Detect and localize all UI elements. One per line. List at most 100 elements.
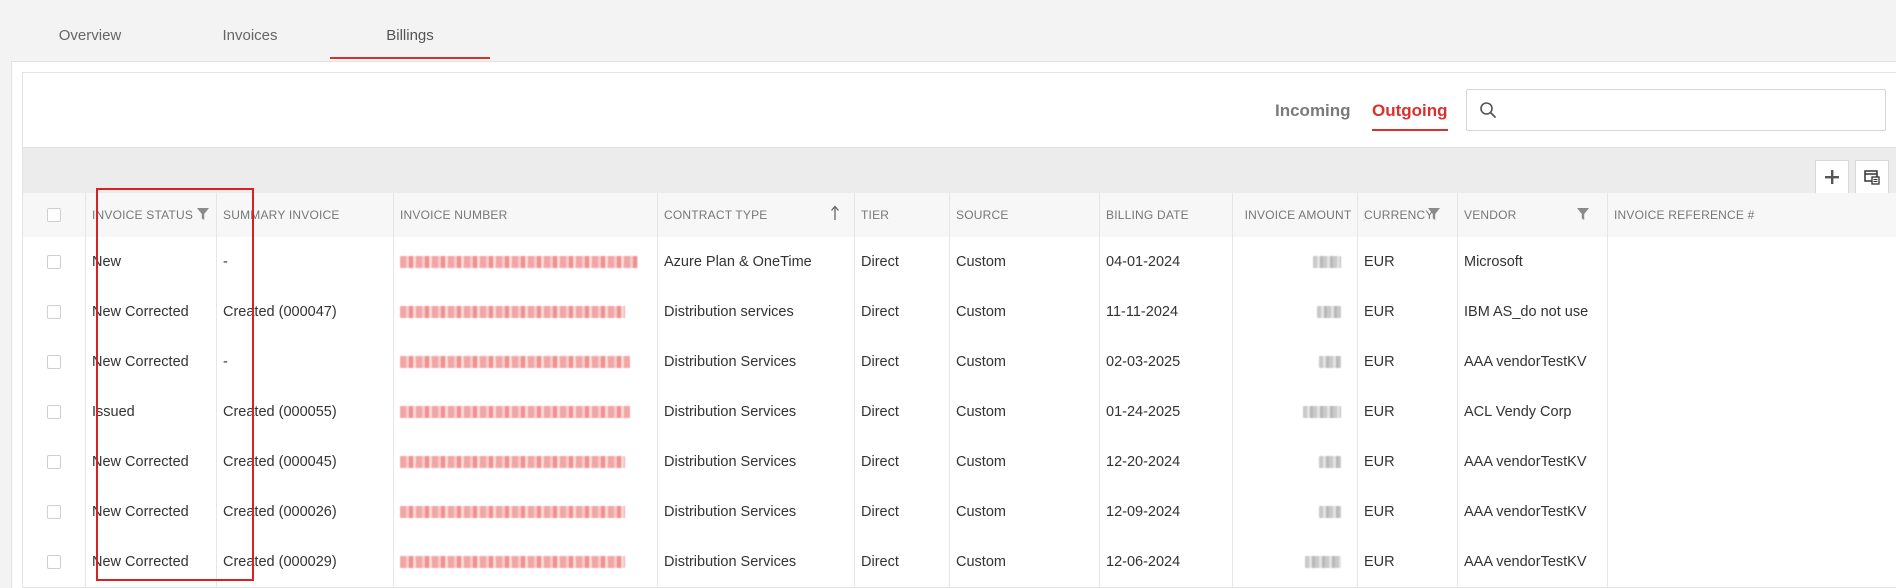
row-select [23, 287, 85, 337]
cell-currency: EUR [1357, 487, 1457, 537]
redacted-amount [1319, 506, 1341, 518]
cell-vendor: AAA vendorTestKV [1457, 537, 1607, 587]
cell-invoice-reference [1607, 437, 1896, 487]
table-row[interactable]: New Corrected Created (000026) Distribut… [23, 487, 1896, 538]
cell-invoice-amount [1232, 237, 1357, 287]
search-input[interactable] [1507, 96, 1871, 124]
column-chooser-icon [1864, 170, 1880, 185]
cell-contract-type: Distribution Services [657, 337, 854, 387]
redacted-invoice-number [400, 506, 625, 518]
table-row[interactable]: New Corrected Created (000045) Distribut… [23, 437, 1896, 488]
filter-icon[interactable] [1576, 207, 1590, 221]
redacted-amount [1305, 556, 1341, 568]
cell-currency: EUR [1357, 537, 1457, 587]
cell-invoice-number[interactable] [393, 487, 657, 537]
add-button[interactable] [1815, 160, 1849, 194]
cell-source: Custom [949, 237, 1099, 287]
cell-summary-invoice: Created (000045) [216, 437, 393, 487]
table-row[interactable]: New Corrected Created (000029) Distribut… [23, 537, 1896, 588]
header-summary-invoice[interactable]: SUMMARY INVOICE [216, 193, 393, 237]
cell-invoice-reference [1607, 537, 1896, 587]
cell-invoice-status: New Corrected [85, 337, 216, 387]
table-row[interactable]: New Corrected Created (000047) Distribut… [23, 287, 1896, 338]
row-select [23, 437, 85, 487]
row-select [23, 487, 85, 537]
row-select [23, 537, 85, 587]
cell-contract-type: Distribution Services [657, 537, 854, 587]
row-checkbox[interactable] [47, 305, 61, 319]
header-invoice-status[interactable]: INVOICE STATUS [85, 193, 216, 237]
sort-ascending-icon[interactable] [830, 205, 840, 221]
header-invoice-amount[interactable]: INVOICE AMOUNT [1232, 193, 1357, 237]
table-row[interactable]: New Corrected - Distribution Services Di… [23, 337, 1896, 388]
row-select [23, 387, 85, 437]
tab-invoices[interactable]: Invoices [200, 0, 300, 59]
table-row[interactable]: Issued Created (000055) Distribution Ser… [23, 387, 1896, 438]
search-box[interactable] [1466, 89, 1886, 131]
cell-invoice-number[interactable] [393, 337, 657, 387]
cell-vendor: ACL Vendy Corp [1457, 387, 1607, 437]
filter-icon[interactable] [196, 207, 210, 221]
row-checkbox[interactable] [47, 355, 61, 369]
header-label: INVOICE AMOUNT [1244, 208, 1352, 222]
header-tier[interactable]: TIER [854, 193, 949, 237]
redacted-invoice-number [400, 556, 625, 568]
cell-billing-date: 11-11-2024 [1099, 287, 1232, 337]
header-invoice-number[interactable]: INVOICE NUMBER [393, 193, 657, 237]
cell-currency: EUR [1357, 337, 1457, 387]
tab-incoming[interactable]: Incoming [1275, 99, 1351, 131]
cell-invoice-reference [1607, 237, 1896, 287]
cell-tier: Direct [854, 287, 949, 337]
row-checkbox[interactable] [47, 505, 61, 519]
cell-billing-date: 01-24-2025 [1099, 387, 1232, 437]
cell-invoice-amount [1232, 437, 1357, 487]
cell-invoice-reference [1607, 287, 1896, 337]
cell-vendor: IBM AS_do not use [1457, 287, 1607, 337]
cell-invoice-amount [1232, 387, 1357, 437]
header-invoice-reference[interactable]: INVOICE REFERENCE # [1607, 193, 1896, 237]
cell-billing-date: 12-20-2024 [1099, 437, 1232, 487]
tab-overview[interactable]: Overview [40, 0, 140, 59]
cell-invoice-status: New Corrected [85, 537, 216, 587]
header-label: INVOICE STATUS [92, 208, 194, 222]
cell-invoice-number[interactable] [393, 537, 657, 587]
row-checkbox[interactable] [47, 555, 61, 569]
header-billing-date[interactable]: BILLING DATE [1099, 193, 1232, 237]
filter-icon[interactable] [1427, 207, 1441, 221]
cell-contract-type: Distribution Services [657, 437, 854, 487]
header-label: CURRENCY [1364, 208, 1434, 222]
cell-invoice-number[interactable] [393, 237, 657, 287]
tab-billings[interactable]: Billings [330, 0, 490, 59]
column-chooser-button[interactable] [1855, 160, 1889, 194]
cell-invoice-number[interactable] [393, 387, 657, 437]
table-row[interactable]: New - Azure Plan & OneTime Direct Custom… [23, 237, 1896, 288]
redacted-invoice-number [400, 406, 630, 418]
row-checkbox[interactable] [47, 405, 61, 419]
header-source[interactable]: SOURCE [949, 193, 1099, 237]
header-currency[interactable]: CURRENCY [1357, 193, 1457, 237]
billings-panel: Incoming Outgoing INVOICE STATUS SUMMARY… [22, 72, 1896, 588]
cell-currency: EUR [1357, 287, 1457, 337]
tab-outgoing[interactable]: Outgoing [1372, 99, 1448, 131]
row-checkbox[interactable] [47, 455, 61, 469]
cell-summary-invoice: Created (000047) [216, 287, 393, 337]
header-contract-type[interactable]: CONTRACT TYPE [657, 193, 854, 237]
header-vendor[interactable]: VENDOR [1457, 193, 1607, 237]
row-checkbox[interactable] [47, 255, 61, 269]
cell-invoice-reference [1607, 337, 1896, 387]
panel-header: Incoming Outgoing [23, 73, 1896, 147]
redacted-invoice-number [400, 456, 625, 468]
header-label: INVOICE NUMBER [400, 208, 508, 222]
header-label: BILLING DATE [1106, 208, 1189, 222]
cell-invoice-number[interactable] [393, 287, 657, 337]
redacted-amount [1303, 406, 1341, 418]
cell-billing-date: 02-03-2025 [1099, 337, 1232, 387]
select-all-checkbox[interactable] [47, 208, 61, 222]
cell-invoice-number[interactable] [393, 437, 657, 487]
header-label: VENDOR [1464, 208, 1517, 222]
cell-billing-date: 12-06-2024 [1099, 537, 1232, 587]
cell-source: Custom [949, 487, 1099, 537]
cell-source: Custom [949, 437, 1099, 487]
cell-invoice-status: New [85, 237, 216, 287]
row-select [23, 337, 85, 387]
